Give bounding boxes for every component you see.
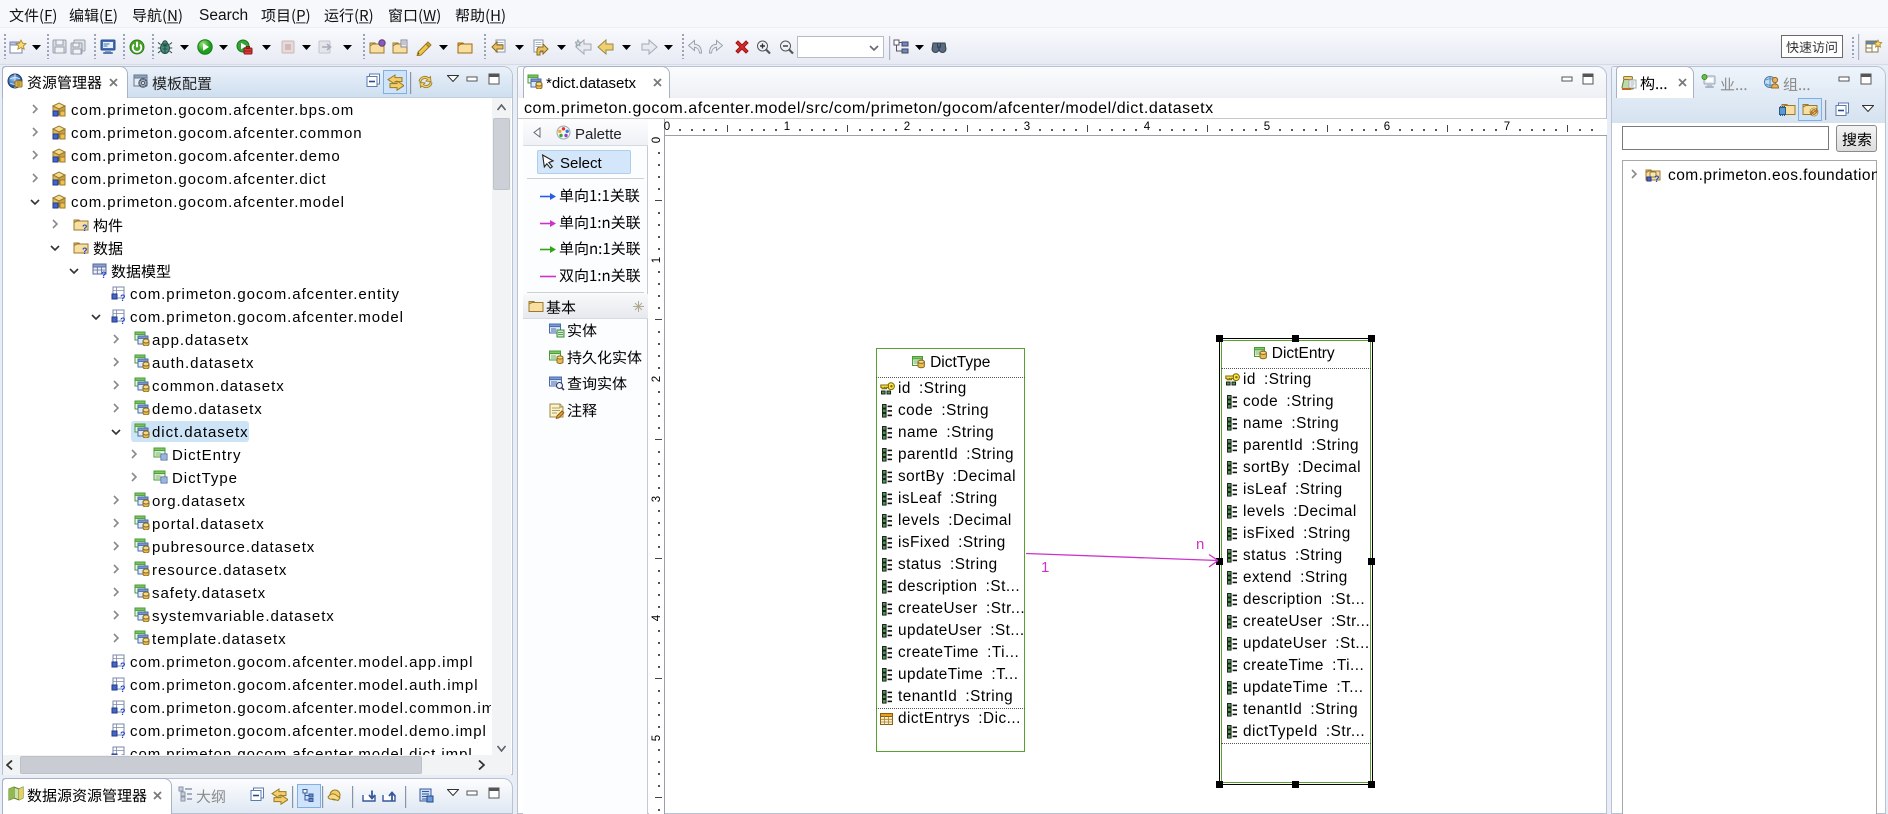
svg-text:?: ? xyxy=(120,293,126,301)
svg-text:?: ? xyxy=(120,684,126,692)
svg-text:?: ? xyxy=(120,707,126,715)
svg-text:?: ? xyxy=(101,270,107,278)
svg-text:?: ? xyxy=(82,223,88,232)
svg-text:?: ? xyxy=(120,661,126,669)
svg-text:?: ? xyxy=(120,316,126,324)
svg-text:?: ? xyxy=(1654,174,1660,182)
svg-text:?: ? xyxy=(120,730,126,738)
svg-text:?: ? xyxy=(82,246,88,255)
